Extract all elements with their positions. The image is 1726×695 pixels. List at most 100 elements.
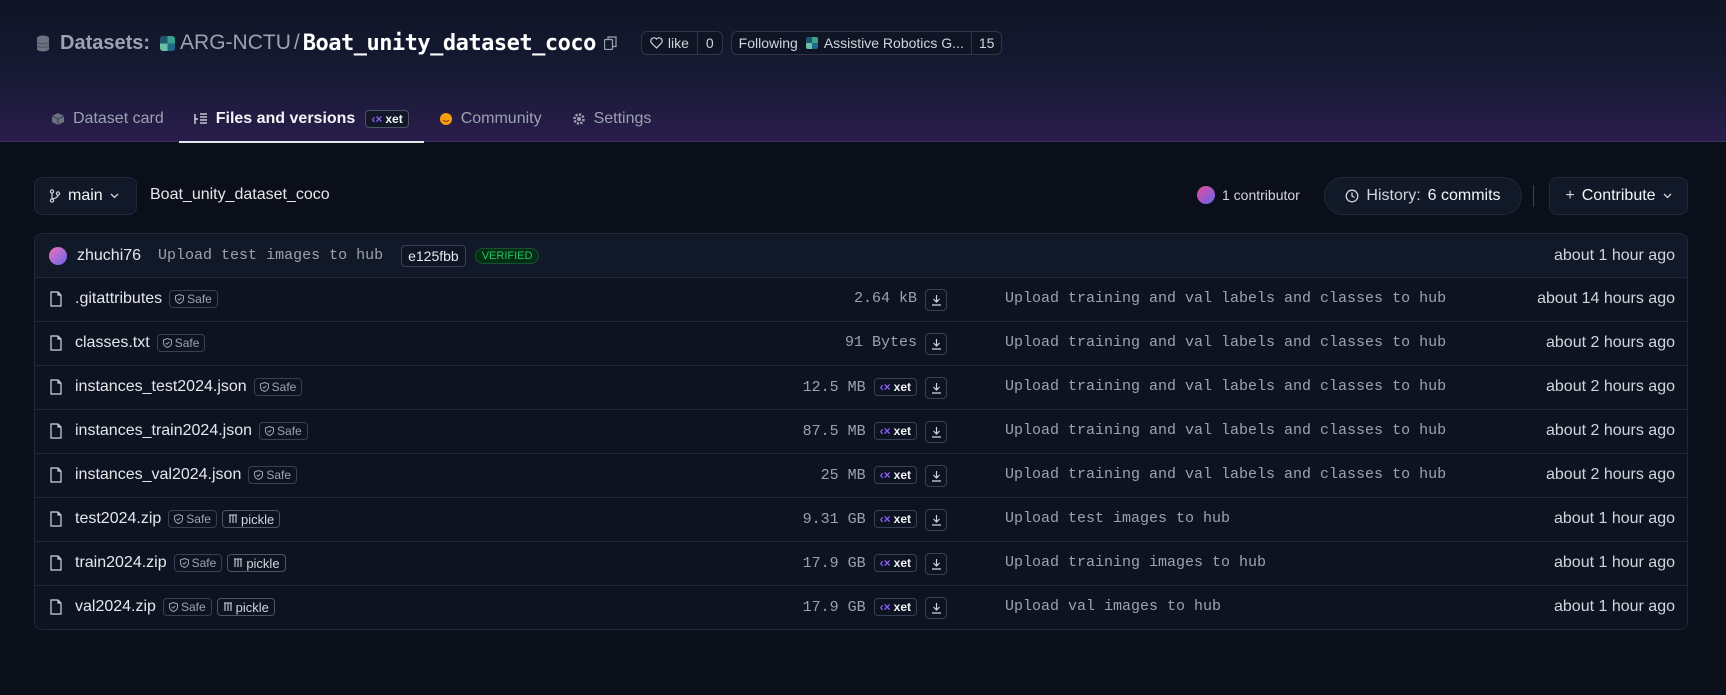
repo-name-link[interactable]: Boat_unity_dataset_coco — [303, 31, 597, 56]
like-label-segment[interactable]: like — [642, 32, 697, 54]
clock-icon — [1345, 189, 1359, 203]
following-segment[interactable]: Following Assistive Robotics G... — [732, 32, 971, 54]
file-size: 9.31 GB — [802, 510, 866, 528]
tab-settings[interactable]: Settings — [557, 96, 667, 142]
file-name-link[interactable]: instances_train2024.json — [75, 422, 252, 440]
tab-files-and-versions[interactable]: Files and versions ‹× xet — [178, 96, 424, 143]
commit-message[interactable]: Upload test images to hub — [158, 247, 383, 264]
file-name-link[interactable]: val2024.zip — [75, 598, 156, 616]
safe-badge[interactable]: Safe — [162, 598, 212, 616]
safe-badge[interactable]: Safe — [259, 422, 308, 440]
breadcrumb[interactable]: Boat_unity_dataset_coco — [150, 186, 330, 204]
file-icon — [50, 599, 62, 615]
xet-badge: ‹× xet — [873, 466, 917, 484]
download-button[interactable] — [925, 597, 947, 619]
safe-badge[interactable]: Safe — [173, 554, 223, 572]
safe-badge[interactable]: Safe — [156, 334, 206, 352]
avatar[interactable] — [49, 246, 67, 265]
org-avatar[interactable] — [160, 35, 176, 51]
tab-label: Community — [460, 110, 542, 127]
pickle-label: pickle — [246, 555, 280, 571]
file-name-cell: instances_test2024.json Safe — [75, 378, 303, 396]
download-button[interactable] — [925, 465, 947, 487]
file-name-link[interactable]: instances_test2024.json — [75, 378, 247, 396]
download-button[interactable] — [925, 377, 947, 399]
pickle-badge[interactable]: pickle — [227, 554, 286, 572]
file-commit-message[interactable]: Upload training and val labels and class… — [1005, 290, 1446, 307]
download-button[interactable] — [925, 553, 947, 575]
xet-icon: ‹× — [879, 556, 891, 570]
file-size: 2.64 kB — [853, 290, 917, 307]
file-icon — [50, 423, 62, 439]
following-label: Following — [738, 35, 798, 51]
file-commit-message[interactable]: Upload val images to hub — [1005, 598, 1221, 615]
database-icon — [36, 35, 50, 51]
file-commit-message[interactable]: Upload training and val labels and class… — [1005, 466, 1446, 483]
download-icon — [931, 383, 941, 394]
contributors-link[interactable]: 1 contributor — [1197, 186, 1300, 204]
download-button[interactable] — [925, 509, 947, 531]
file-size: 12.5 MB — [802, 378, 866, 396]
xet-badge: ‹× xet — [365, 110, 409, 128]
contribute-button[interactable]: + Contribute — [1549, 177, 1688, 215]
file-name-link[interactable]: instances_val2024.json — [75, 466, 241, 484]
following-button[interactable]: Following Assistive Robotics G... 15 — [730, 31, 1003, 55]
pickle-badge[interactable]: pickle — [216, 598, 275, 616]
safe-label: Safe — [186, 512, 211, 526]
safe-badge[interactable]: Safe — [248, 466, 298, 484]
download-button[interactable] — [925, 421, 947, 443]
shield-icon — [179, 558, 189, 568]
table-row: test2024.zip Safe pickle 9.31 GB ‹× xet Upload… — [35, 498, 1687, 542]
org-link[interactable]: ARG-NCTU — [180, 31, 291, 55]
tab-label: Settings — [593, 110, 652, 127]
history-count: 6 commits — [1427, 187, 1501, 204]
file-commit-time: about 1 hour ago — [1554, 554, 1675, 571]
following-org-avatar — [805, 37, 818, 49]
tab-community[interactable]: Community — [424, 96, 557, 142]
safe-badge[interactable]: Safe — [253, 378, 303, 396]
file-size-cell: 25 MB ‹× xet — [821, 466, 917, 484]
download-button[interactable] — [925, 289, 947, 311]
commit-hash[interactable]: e125fbb — [401, 244, 466, 267]
pickle-label: pickle — [240, 511, 275, 527]
repo-title-row: Datasets: ARG-NCTU / Boat_unity_dataset_… — [36, 26, 1003, 60]
gear-icon — [572, 113, 585, 125]
commit-author[interactable]: zhuchi76 — [77, 247, 141, 265]
file-name-link[interactable]: test2024.zip — [75, 510, 161, 528]
file-icon — [50, 379, 62, 395]
xet-badge-label: xet — [893, 556, 911, 570]
file-commit-message[interactable]: Upload training and val labels and class… — [1005, 422, 1446, 439]
xet-icon: ‹× — [371, 112, 383, 126]
last-commit-row: zhuchi76 Upload test images to hub e125f… — [35, 234, 1687, 278]
copy-icon[interactable] — [603, 36, 617, 50]
download-icon — [931, 559, 941, 570]
file-name-link[interactable]: .gitattributes — [75, 290, 162, 308]
like-button[interactable]: like 0 — [640, 31, 723, 55]
xet-badge: ‹× xet — [873, 598, 917, 616]
safe-badge[interactable]: Safe — [169, 290, 218, 308]
download-button[interactable] — [925, 333, 947, 355]
file-name-cell: classes.txt Safe — [75, 334, 206, 352]
history-button[interactable]: History: 6 commits — [1324, 177, 1522, 215]
toolbar-divider — [1533, 185, 1534, 207]
file-size: 87.5 MB — [802, 422, 866, 440]
safe-label: Safe — [191, 556, 217, 570]
datasets-label: Datasets: — [60, 31, 151, 54]
pickle-badge[interactable]: pickle — [221, 510, 281, 528]
file-name-link[interactable]: train2024.zip — [75, 554, 167, 572]
download-icon — [931, 471, 941, 482]
file-commit-message[interactable]: Upload training and val labels and class… — [1005, 378, 1446, 395]
file-table: zhuchi76 Upload test images to hub e125f… — [34, 233, 1688, 630]
xet-badge: ‹× xet — [873, 554, 917, 572]
file-commit-message[interactable]: Upload test images to hub — [1005, 510, 1230, 527]
xet-badge: ‹× xet — [873, 422, 917, 440]
safe-badge[interactable]: Safe — [168, 510, 217, 528]
tab-dataset-card[interactable]: Dataset card — [36, 96, 179, 142]
file-commit-message[interactable]: Upload training images to hub — [1005, 554, 1266, 571]
xet-badge-label: xet — [893, 424, 911, 438]
file-commit-message[interactable]: Upload training and val labels and class… — [1005, 334, 1446, 351]
file-name-link[interactable]: classes.txt — [75, 334, 150, 352]
file-name-cell: test2024.zip Safe pickle — [75, 510, 281, 528]
branch-selector[interactable]: main — [34, 177, 137, 215]
safe-label: Safe — [277, 424, 302, 438]
